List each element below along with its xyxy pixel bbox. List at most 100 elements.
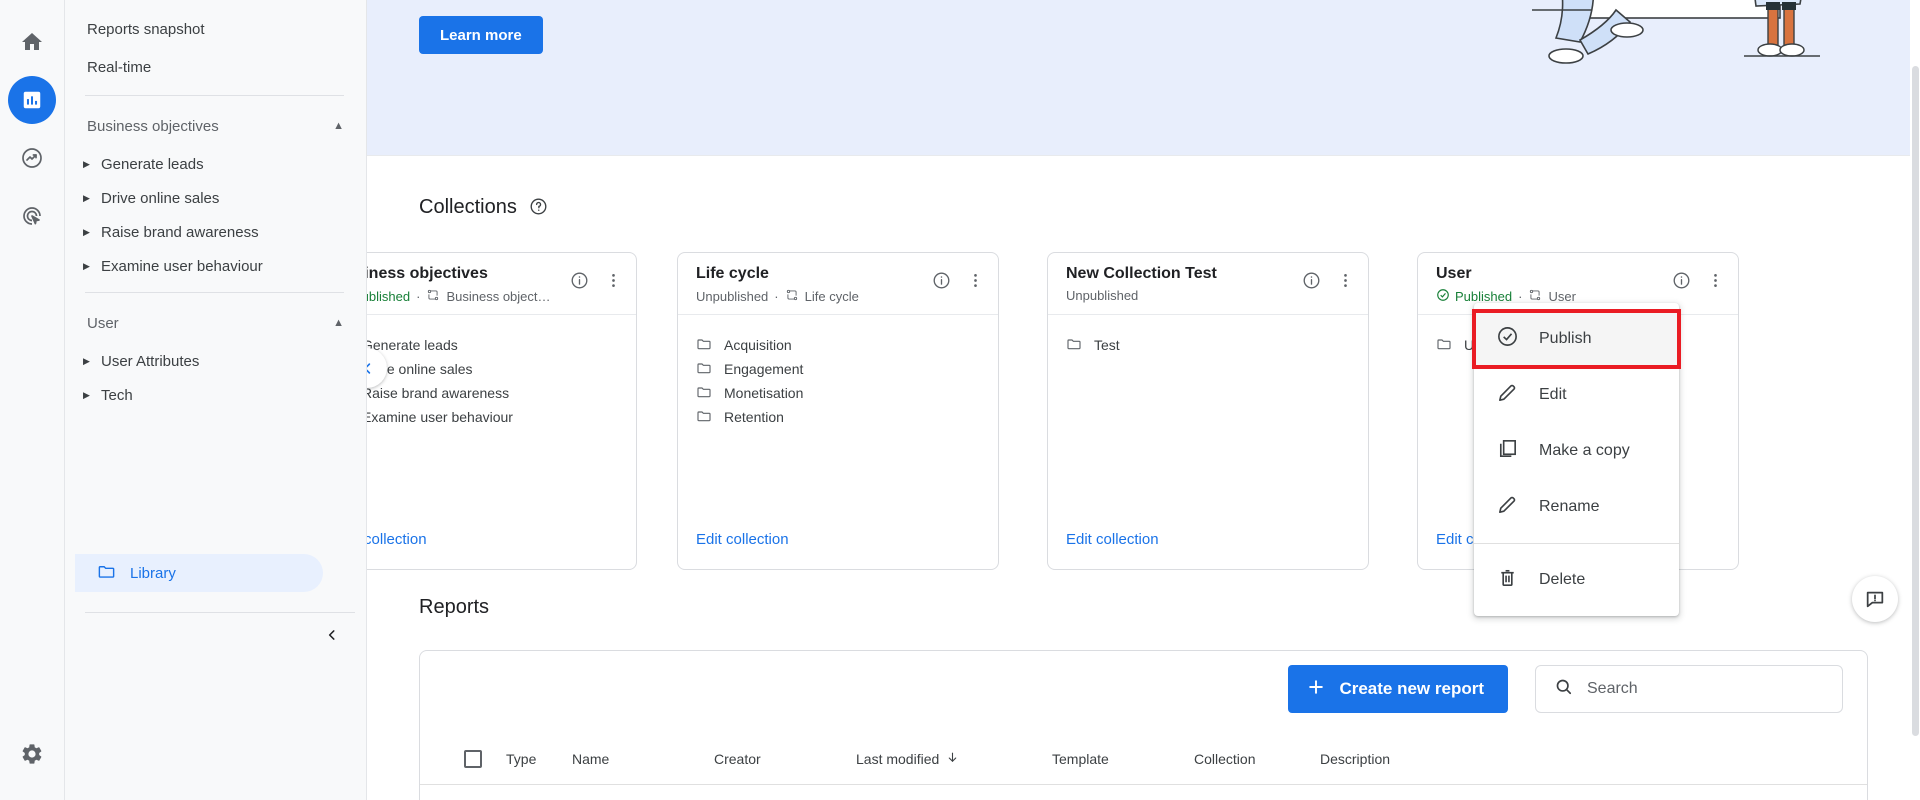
sidebar-item-label: Library [130, 564, 176, 582]
sidebar-item-reports-snapshot[interactable]: Reports snapshot [65, 10, 354, 48]
promo-banner: Learn more [367, 0, 1910, 156]
collection-card-actions [928, 267, 988, 293]
home-icon[interactable] [8, 18, 56, 66]
context-menu-item-delete[interactable]: Delete [1474, 552, 1679, 608]
settings-icon[interactable] [8, 730, 56, 778]
collection-card-body: Generate leads Drive online sales Raise … [367, 315, 636, 429]
collection-card-life-cycle[interactable]: Life cycle Unpublished · Life cycle Acqu… [677, 252, 999, 570]
chevron-up-icon: ▲ [333, 317, 344, 329]
sidebar-item-examine-user-behaviour[interactable]: ▶ Examine user behaviour [65, 249, 366, 283]
sidebar-item-drive-online-sales[interactable]: ▶ Drive online sales [65, 181, 366, 215]
feedback-icon[interactable] [1852, 576, 1898, 622]
column-header-description[interactable]: Description [1320, 751, 1867, 767]
chevron-right-icon: ▶ [83, 260, 90, 271]
edit-collection-link[interactable]: Edit collection [1066, 531, 1159, 548]
collection-card-business-objectives[interactable]: Business objectives Published · Business… [367, 252, 637, 570]
select-all-checkbox[interactable] [420, 749, 506, 768]
chevron-right-icon: ▶ [83, 192, 90, 203]
folder-icon [696, 360, 712, 379]
edit-collection-link[interactable]: Edit collection [696, 531, 789, 548]
list-item[interactable]: Monetisation [696, 381, 980, 405]
chevron-right-icon: ▶ [83, 158, 90, 169]
banner-illustration [1530, 0, 1860, 119]
context-menu-item-make-a-copy[interactable]: Make a copy [1474, 423, 1679, 479]
create-new-report-button[interactable]: Create new report [1288, 665, 1508, 713]
list-item[interactable]: Test [1066, 333, 1350, 357]
column-header-name[interactable]: Name [572, 751, 714, 767]
collection-card-new-collection-test[interactable]: New Collection Test Unpublished Test Edi… [1047, 252, 1369, 570]
list-item-label: Retention [724, 409, 784, 425]
context-menu-item-label: Make a copy [1539, 442, 1630, 459]
sidebar-item-user-attributes[interactable]: ▶ User Attributes [65, 344, 366, 378]
context-menu-item-edit[interactable]: Edit [1474, 367, 1679, 423]
context-menu-divider [1474, 543, 1679, 544]
folder-icon [1066, 336, 1082, 355]
sidebar-item-label: Drive online sales [101, 189, 220, 207]
sidebar-item-library[interactable]: Library [75, 554, 323, 592]
learn-more-button[interactable]: Learn more [419, 16, 543, 54]
sidebar-item-real-time[interactable]: Real-time [65, 48, 354, 86]
column-header-creator[interactable]: Creator [714, 751, 856, 767]
info-icon[interactable] [1298, 267, 1324, 293]
collection-card-header: New Collection Test Unpublished [1048, 253, 1368, 315]
list-item[interactable]: Generate leads [367, 333, 618, 357]
list-item[interactable]: Drive online sales [367, 357, 618, 381]
analytics-library-page: Reports snapshot Real-time Business obje… [0, 0, 1920, 800]
reports-search-box[interactable] [1535, 665, 1843, 713]
column-header-collection[interactable]: Collection [1194, 751, 1320, 767]
column-header-type[interactable]: Type [506, 751, 572, 767]
nav-group-user[interactable]: User ▲ [65, 302, 366, 344]
explore-icon[interactable] [8, 134, 56, 182]
collection-card-body: Acquisition Engagement Monetisation Rete… [678, 315, 998, 429]
info-icon[interactable] [1668, 267, 1694, 293]
context-menu-item-label: Edit [1539, 386, 1567, 403]
list-item[interactable]: Acquisition [696, 333, 980, 357]
search-input[interactable] [1587, 680, 1807, 698]
context-menu-item-publish[interactable]: Publish [1472, 309, 1681, 369]
more-options-icon[interactable] [962, 267, 988, 293]
chevron-right-icon: ▶ [83, 355, 90, 366]
collapse-nav-button[interactable] [315, 618, 349, 652]
page-section-label: Collections [419, 196, 517, 218]
page-scrollbar[interactable] [1910, 0, 1920, 800]
list-item[interactable]: Retention [696, 405, 980, 429]
list-item[interactable]: Examine user behaviour [367, 405, 618, 429]
sidebar-item-label: Reports snapshot [87, 20, 205, 38]
template-label: User [1548, 289, 1576, 304]
list-item-label: Examine user behaviour [367, 409, 513, 425]
column-header-template[interactable]: Template [1052, 751, 1194, 767]
folder-icon [696, 408, 712, 427]
sidebar-item-tech[interactable]: ▶ Tech [65, 378, 366, 412]
more-options-icon[interactable] [600, 267, 626, 293]
pencil-icon [1496, 493, 1519, 521]
column-header-label: Last modified [856, 750, 940, 767]
list-item[interactable]: Raise brand awareness [367, 381, 618, 405]
context-menu-item-rename[interactable]: Rename [1474, 479, 1679, 535]
column-header-last-modified[interactable]: Last modified [856, 751, 1052, 767]
edit-collection-link[interactable]: Edit collection [367, 531, 427, 548]
folder-icon [97, 562, 116, 585]
help-icon[interactable] [529, 198, 548, 221]
list-item-label: Monetisation [724, 385, 804, 401]
advertising-icon[interactable] [8, 192, 56, 240]
info-icon[interactable] [566, 267, 592, 293]
scrollbar-thumb[interactable] [1912, 66, 1919, 736]
list-item[interactable]: Engagement [696, 357, 980, 381]
sidebar-item-label: Examine user behaviour [101, 257, 263, 275]
status-label: Published [1455, 289, 1513, 304]
folder-icon [1436, 336, 1452, 355]
folder-icon [696, 336, 712, 355]
check-circle-icon [1436, 288, 1450, 305]
sidebar-item-generate-leads[interactable]: ▶ Generate leads [65, 147, 366, 181]
reports-toolbar: Create new report [1288, 665, 1843, 713]
pencil-icon [1496, 381, 1519, 409]
reports-icon[interactable] [8, 76, 56, 124]
trash-icon [1496, 566, 1519, 594]
more-options-icon[interactable] [1332, 267, 1358, 293]
table-row[interactable]: Traffic [420, 785, 1867, 800]
nav-group-business-objectives[interactable]: Business objectives ▲ [65, 105, 366, 147]
info-icon[interactable] [928, 267, 954, 293]
list-item-label: Engagement [724, 361, 804, 377]
more-options-icon[interactable] [1702, 267, 1728, 293]
sidebar-item-raise-brand-awareness[interactable]: ▶ Raise brand awareness [65, 215, 366, 249]
